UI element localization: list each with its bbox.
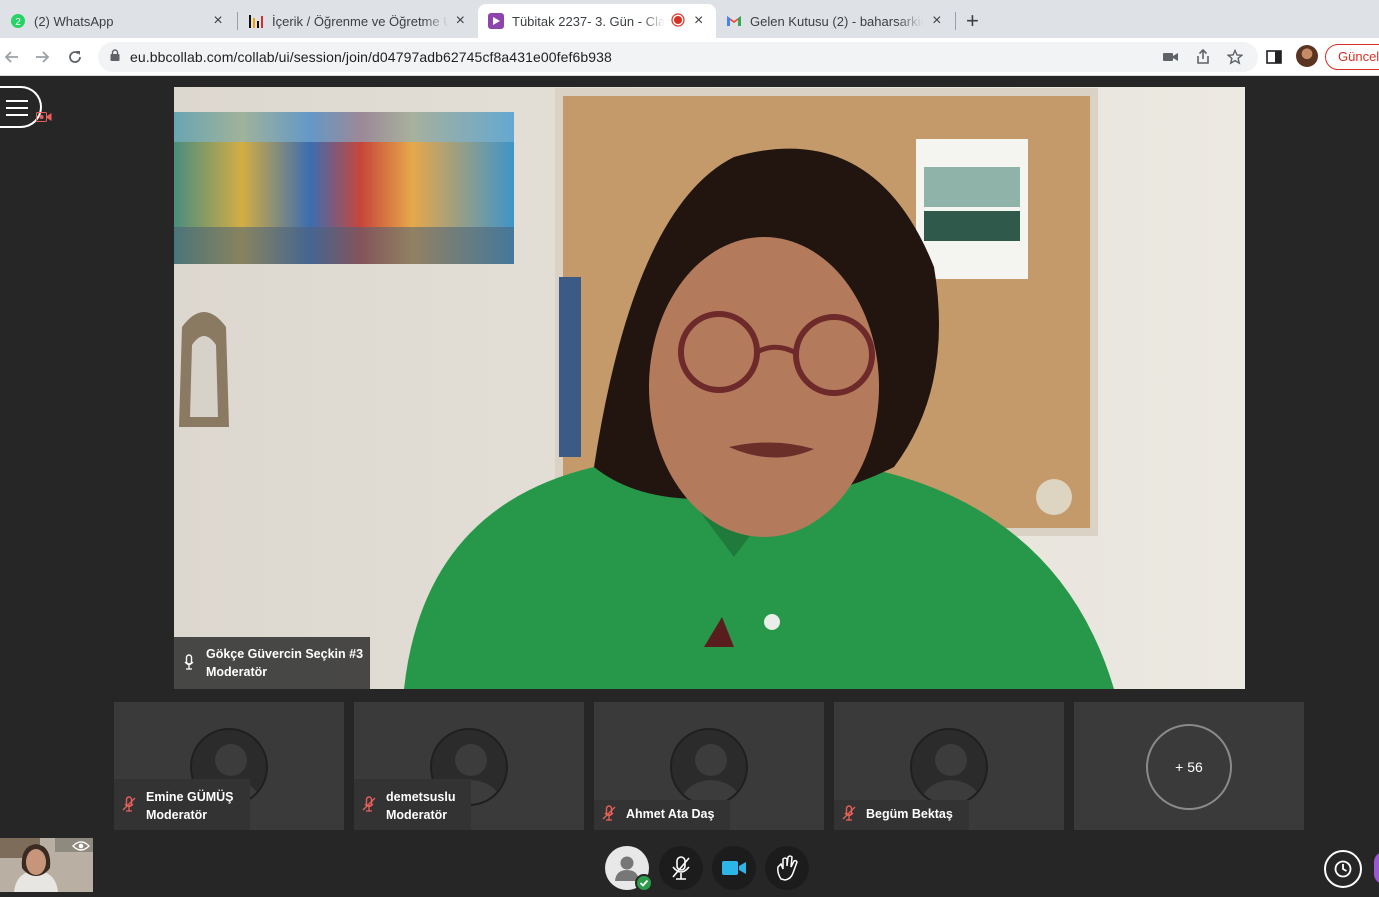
bars-chart-icon	[248, 13, 264, 29]
participant-name-box: Begüm Bektaş	[834, 800, 969, 830]
speaker-role: Moderatör	[206, 665, 268, 679]
more-participants-tile[interactable]: + 56	[1074, 702, 1304, 830]
participant-name: Begüm Bektaş	[866, 807, 953, 821]
participant-name: Ahmet Ata Daş	[626, 807, 715, 821]
address-bar[interactable]: eu.bbcollab.com/collab/ui/session/join/d…	[98, 42, 1258, 72]
video-frame	[174, 87, 1245, 689]
raise-hand-button[interactable]	[765, 846, 809, 890]
participant-name-box: Emine GÜMÜŞ Moderatör	[114, 779, 250, 830]
muted-microphone-icon	[602, 805, 616, 821]
participant-role: Moderatör	[386, 808, 448, 822]
muted-microphone-icon	[122, 796, 136, 812]
camera-in-use-icon[interactable]	[1161, 47, 1181, 67]
menu-icon	[6, 100, 28, 102]
eye-icon[interactable]	[72, 840, 90, 852]
profile-avatar[interactable]	[1296, 45, 1318, 67]
bookmark-star-icon[interactable]	[1225, 47, 1245, 67]
back-button[interactable]	[0, 45, 24, 69]
close-icon[interactable]: ×	[210, 12, 226, 30]
close-icon[interactable]: ×	[691, 12, 706, 30]
share-icon[interactable]	[1193, 47, 1213, 67]
whatsapp-icon: 2	[10, 13, 26, 29]
participant-tile[interactable]: demetsuslu Moderatör	[354, 702, 584, 830]
tab-title: Gelen Kutusu (2) - baharsarkin@	[750, 13, 924, 29]
video-camera-icon	[722, 861, 746, 875]
gmail-icon	[726, 13, 742, 29]
reload-icon	[69, 51, 81, 63]
microphone-toggle-button[interactable]	[659, 846, 703, 890]
side-panel-icon[interactable]	[1264, 47, 1284, 67]
camera-toggle-button[interactable]	[712, 846, 756, 890]
svg-text:2: 2	[15, 17, 21, 28]
participant-tile[interactable]: Begüm Bektaş	[834, 702, 1064, 830]
main-speaker-video[interactable]	[174, 87, 1245, 689]
reload-button[interactable]	[63, 45, 87, 69]
speaker-name: Gökçe Güvercin Seçkin #3	[206, 647, 364, 661]
tab-tubitak[interactable]: Tübitak 2237- 3. Gün - Class ×	[478, 4, 716, 38]
tab-icerik[interactable]: İçerik / Öğrenme ve Öğretme Uygulamaları…	[238, 4, 476, 38]
lock-icon	[110, 48, 120, 66]
participant-role: Moderatör	[146, 808, 208, 822]
browser-toolbar: eu.bbcollab.com/collab/ui/session/join/d…	[0, 38, 1379, 76]
microphone-icon	[184, 654, 194, 670]
clock-activity-icon	[1334, 860, 1352, 878]
activity-button[interactable]	[1324, 850, 1362, 888]
participant-name-box: demetsuslu Moderatör	[354, 779, 472, 830]
collab-panel-button[interactable]	[1374, 852, 1379, 884]
close-icon[interactable]: ×	[929, 12, 944, 30]
muted-microphone-icon	[842, 805, 856, 821]
raise-hand-icon	[777, 855, 798, 881]
muted-microphone-icon	[362, 796, 376, 812]
close-icon[interactable]: ×	[455, 12, 466, 30]
url-text: eu.bbcollab.com/collab/ui/session/join/d…	[130, 49, 612, 65]
tab-title: Tübitak 2237- 3. Gün - Class	[512, 13, 666, 29]
tab-gmail[interactable]: Gelen Kutusu (2) - baharsarkin@ ×	[716, 4, 954, 38]
recording-dot-icon	[671, 12, 685, 30]
new-tab-button[interactable]: +	[966, 10, 979, 32]
participant-name: demetsuslu	[386, 790, 456, 804]
update-button[interactable]: Güncelle	[1325, 44, 1379, 70]
tab-strip: 2 (2) WhatsApp × İçerik / Öğrenme ve Öğr…	[0, 0, 1379, 38]
participant-tile[interactable]: Emine GÜMÜŞ Moderatör	[114, 702, 344, 830]
speaker-label: Gökçe Güvercin Seçkin #3 Moderatör	[174, 637, 370, 689]
forward-button[interactable]	[30, 45, 54, 69]
more-participants-count[interactable]: + 56	[1146, 724, 1232, 810]
participant-name: Emine GÜMÜŞ	[146, 790, 234, 804]
avatar	[670, 728, 748, 806]
arrow-right-icon	[36, 51, 50, 63]
muted-microphone-icon	[672, 856, 690, 880]
tab-title: (2) WhatsApp	[34, 13, 114, 29]
avatar	[910, 728, 988, 806]
tab-whatsapp[interactable]: 2 (2) WhatsApp ×	[0, 4, 236, 38]
collab-play-icon	[488, 13, 504, 29]
tab-title: İçerik / Öğrenme ve Öğretme Uygulamaları	[272, 13, 449, 29]
arrow-left-icon	[4, 51, 18, 63]
camera-recording-icon	[36, 112, 52, 122]
available-status-icon	[635, 874, 653, 892]
participant-name-box: Ahmet Ata Daş	[594, 800, 731, 830]
participant-tile[interactable]: Ahmet Ata Daş	[594, 702, 824, 830]
